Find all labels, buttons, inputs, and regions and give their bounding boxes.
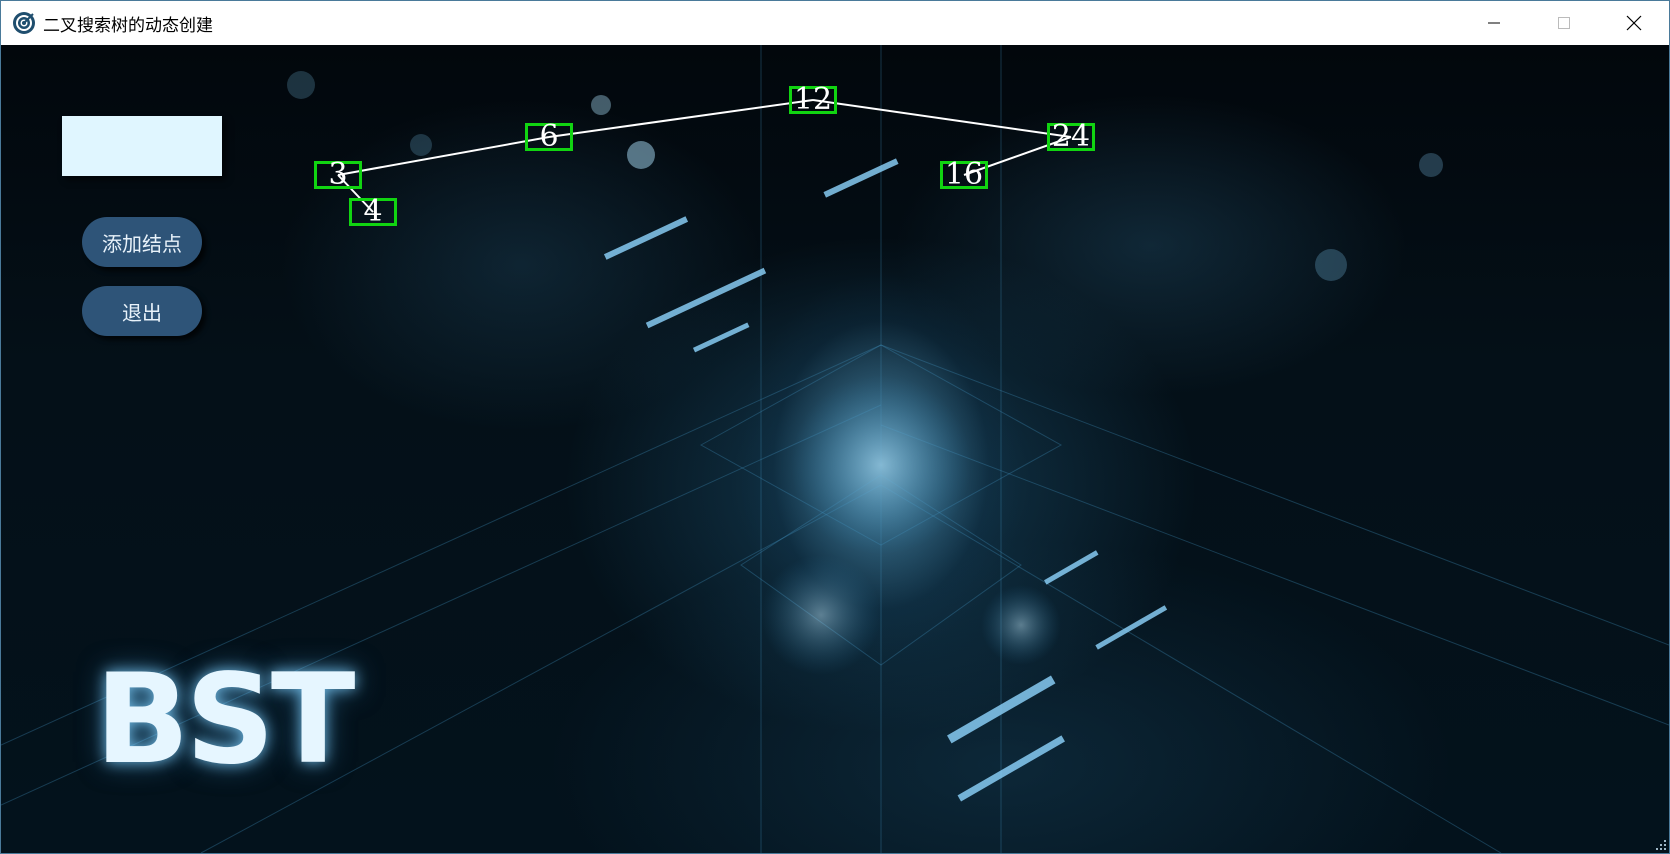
window-title: 二叉搜索树的动态创建 [43,15,213,36]
tree-node-16: 16 [940,160,988,190]
title-bar[interactable]: 二叉搜索树的动态创建 [1,1,1669,45]
tree-node-4: 4 [349,197,397,227]
tree-edges [337,99,1072,213]
tree-node-3: 3 [314,160,362,190]
window-controls [1459,1,1669,45]
close-icon [1626,15,1642,31]
tree-edge [337,136,550,176]
app-window: 二叉搜索树的动态创建 添加结点 退出 BST 12 6 24 3 16 4 [0,0,1670,854]
tree-node-6: 6 [525,122,573,152]
tree-edge [548,99,814,138]
tree-node-24: 24 [1047,122,1095,152]
tree-edge [812,99,1072,138]
resize-grip-icon[interactable] [1655,839,1667,851]
maximize-icon [1558,17,1570,29]
drawing-canvas: 添加结点 退出 BST 12 6 24 3 16 4 [1,45,1669,853]
close-button[interactable] [1599,1,1669,45]
maximize-button[interactable] [1529,1,1599,45]
minimize-icon [1488,22,1500,24]
target-icon [11,10,37,36]
minimize-button[interactable] [1459,1,1529,45]
bst-tree: 12 6 24 3 16 4 [1,45,1669,853]
tree-node-12: 12 [789,85,837,115]
